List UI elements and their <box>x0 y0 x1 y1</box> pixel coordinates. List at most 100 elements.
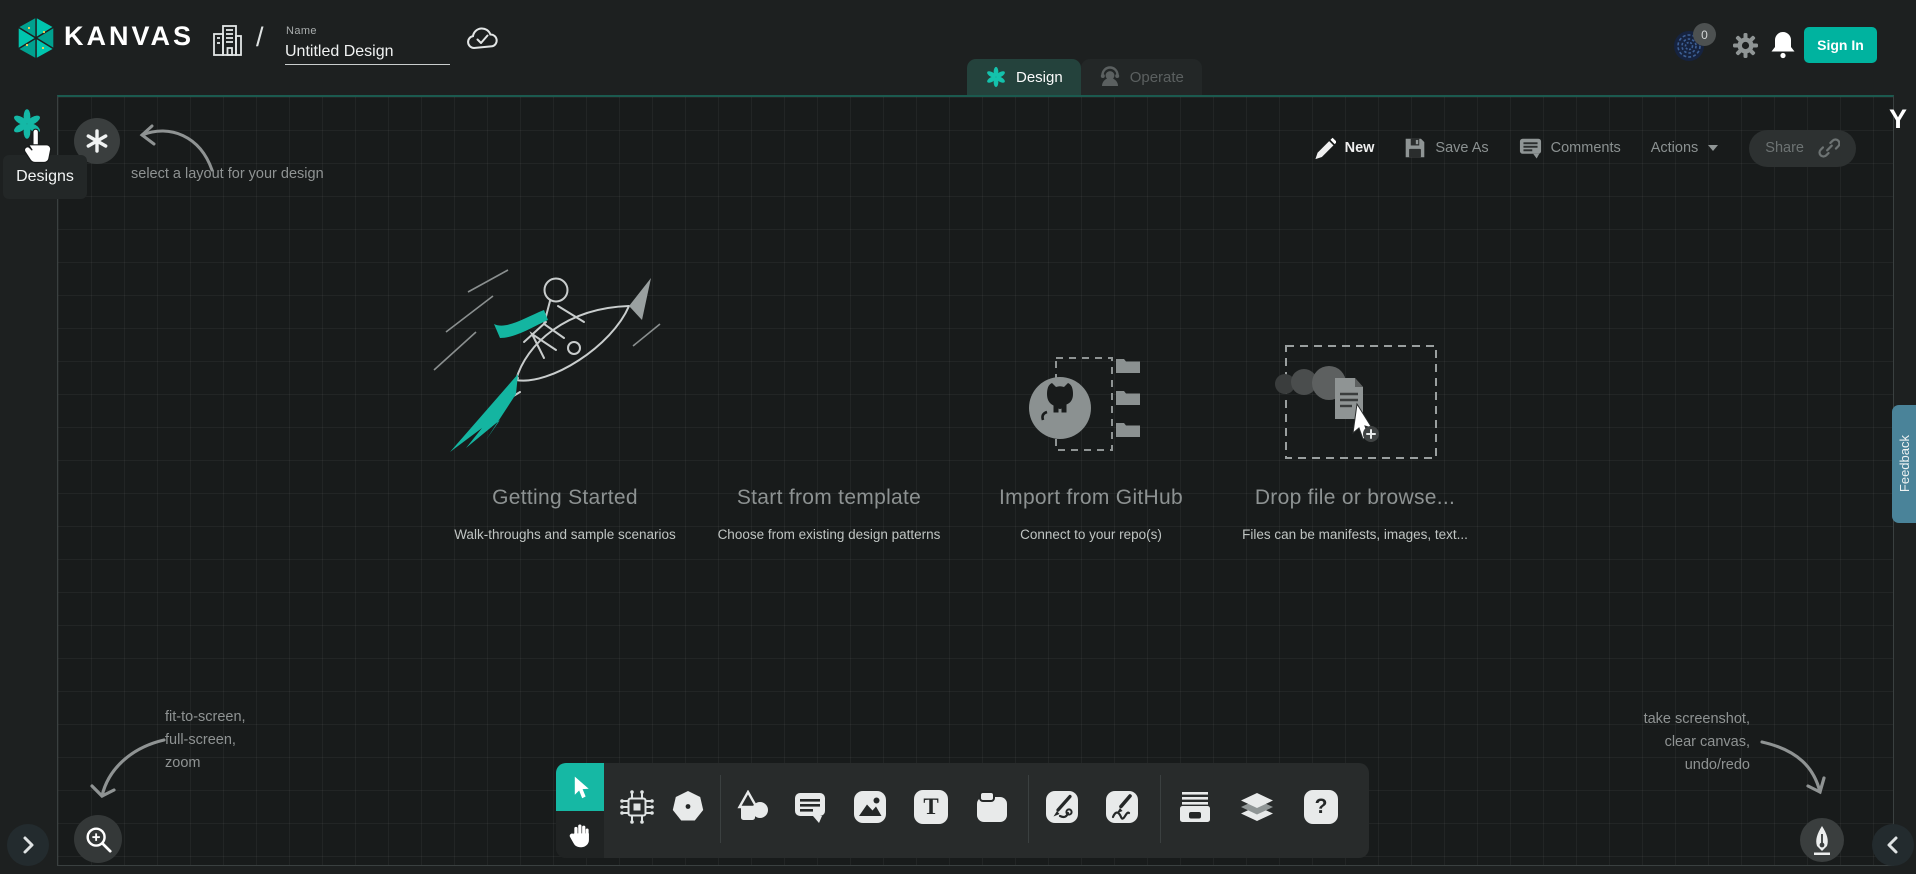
save-as-button[interactable]: Save As <box>1404 137 1488 159</box>
github-title[interactable]: Import from GitHub <box>999 486 1183 510</box>
tab-operate[interactable]: Operate <box>1081 59 1202 95</box>
pencil-icon <box>1312 136 1336 160</box>
bell-icon[interactable] <box>1770 30 1796 60</box>
design-tab-icon <box>985 66 1007 88</box>
image-tool[interactable] <box>852 789 888 825</box>
new-button[interactable]: New <box>1312 136 1375 160</box>
tab-operate-label: Operate <box>1130 69 1184 86</box>
gear-icon[interactable] <box>1732 32 1759 59</box>
chevron-down-icon <box>1707 144 1719 152</box>
hint-line: clear canvas, <box>1644 731 1750 754</box>
tab-design[interactable]: Design <box>967 59 1081 95</box>
notification-count-badge: 0 <box>1693 23 1716 46</box>
template-subtitle: Choose from existing design patterns <box>718 527 941 542</box>
hint-line: full-screen, <box>165 729 246 752</box>
partner-logo: Y <box>1889 104 1907 135</box>
hint-line: zoom <box>165 752 246 775</box>
pen-tool[interactable] <box>1044 789 1080 825</box>
help-icon: ? <box>1304 790 1338 824</box>
getting-started-illustration[interactable] <box>398 262 733 474</box>
kubernetes-icon <box>670 789 706 825</box>
feedback-label: Feedback <box>1897 435 1912 492</box>
sketch-pencil-icon <box>1104 789 1140 825</box>
layers-tool[interactable] <box>1239 789 1275 825</box>
getting-started-title[interactable]: Getting Started <box>492 486 638 510</box>
kanvas-logo-icon <box>14 15 58 61</box>
layout-asterisk-icon <box>84 128 110 154</box>
collapse-right-panel-button[interactable] <box>1872 824 1914 866</box>
building-icon[interactable] <box>210 22 244 58</box>
dropzone-title[interactable]: Drop file or browse... <box>1255 486 1455 510</box>
pen-nib-icon <box>1809 825 1835 855</box>
help-tool[interactable]: ? <box>1303 789 1339 825</box>
note-icon <box>974 789 1010 825</box>
text-tool[interactable]: T <box>913 789 949 825</box>
expand-left-panel-button[interactable] <box>7 824 49 866</box>
drawer-tool[interactable] <box>1177 789 1213 825</box>
sketch-tool[interactable] <box>1104 789 1140 825</box>
share-label: Share <box>1765 140 1804 156</box>
comment-tool[interactable] <box>792 789 828 825</box>
sign-in-button[interactable]: Sign In <box>1804 27 1877 63</box>
comments-button[interactable]: Comments <box>1519 137 1621 159</box>
breadcrumb-separator: / <box>256 22 264 53</box>
folder-icons <box>1116 359 1140 437</box>
hint-line: undo/redo <box>1644 754 1750 777</box>
feedback-tab[interactable]: Feedback <box>1892 405 1916 523</box>
save-as-label: Save As <box>1435 140 1488 156</box>
chevron-right-icon <box>20 835 36 855</box>
screenshot-hint-text: take screenshot, clear canvas, undo/redo <box>1644 708 1750 777</box>
zoom-hint-text: fit-to-screen, full-screen, zoom <box>165 706 246 775</box>
toolbar-separator <box>1160 775 1161 843</box>
toolbar-separator <box>1028 775 1029 843</box>
zoom-hint-arrow <box>88 728 172 806</box>
comments-icon <box>1519 137 1542 159</box>
new-label: New <box>1345 140 1375 156</box>
note-tool[interactable] <box>974 789 1010 825</box>
mode-tabs: Design Operate <box>967 59 1202 95</box>
design-name-label: Name <box>286 25 317 37</box>
cloud-check-icon <box>466 26 500 54</box>
chevron-left-icon <box>1885 835 1901 855</box>
component-icon <box>619 789 655 825</box>
brand-name: KANVAS <box>64 21 194 52</box>
component-tool[interactable] <box>619 789 655 825</box>
design-actions-toolbar: New Save As Comments Actions Share <box>1312 129 1856 167</box>
shapes-icon <box>734 790 770 824</box>
github-illustration[interactable] <box>1020 350 1150 460</box>
dropzone-illustration[interactable] <box>1272 340 1442 465</box>
kubernetes-tool[interactable] <box>670 789 706 825</box>
hint-line: fit-to-screen, <box>165 706 246 729</box>
zoom-button[interactable] <box>74 815 122 863</box>
link-icon <box>1818 137 1840 159</box>
select-tool-button[interactable] <box>556 763 604 811</box>
app-header: KANVAS / Name Design <box>0 0 1916 95</box>
drawer-icon <box>1177 789 1213 825</box>
hand-cursor-icon <box>22 128 52 164</box>
toolbar-separator <box>720 775 721 843</box>
layers-icon <box>1239 790 1275 824</box>
pan-tool-button[interactable] <box>556 811 604 858</box>
tab-design-label: Design <box>1016 69 1063 86</box>
designs-tooltip-label: Designs <box>16 168 74 186</box>
actions-dropdown[interactable]: Actions <box>1651 140 1720 156</box>
text-tool-icon: T <box>914 790 948 824</box>
screenshot-hint-arrow <box>1752 730 1834 802</box>
shapes-tool[interactable] <box>734 789 770 825</box>
dropzone-subtitle: Files can be manifests, images, text... <box>1242 527 1468 542</box>
whiteboard-pen-button[interactable] <box>1800 818 1844 862</box>
text-tool-glyph: T <box>923 794 938 820</box>
image-tool-icon <box>852 789 888 825</box>
design-canvas[interactable] <box>57 95 1894 866</box>
design-name-input[interactable] <box>285 39 450 65</box>
help-glyph: ? <box>1315 795 1328 819</box>
comments-label: Comments <box>1551 140 1621 156</box>
share-button[interactable]: Share <box>1749 130 1856 167</box>
pen-icon <box>1044 789 1080 825</box>
layout-hint-arrow <box>128 116 224 178</box>
hand-icon <box>567 821 593 849</box>
comment-icon <box>792 789 828 825</box>
hint-line: take screenshot, <box>1644 708 1750 731</box>
template-title[interactable]: Start from template <box>737 486 921 510</box>
getting-started-subtitle: Walk-throughs and sample scenarios <box>454 527 676 542</box>
